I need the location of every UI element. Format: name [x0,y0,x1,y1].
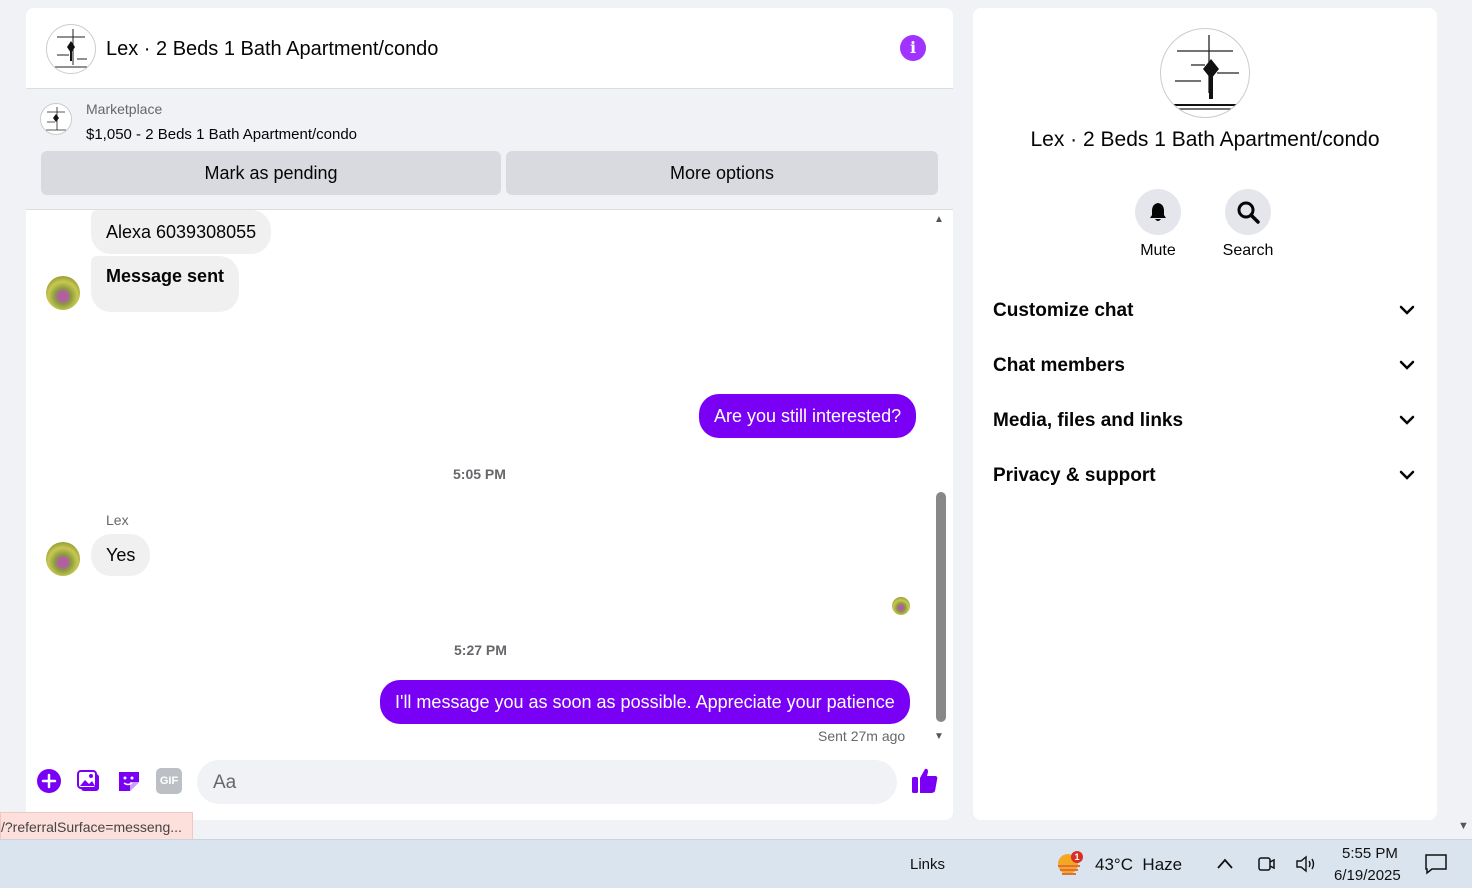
message-bubble-incoming[interactable]: Yes [91,534,151,576]
search-label: Search [1222,242,1274,259]
links-toolbar[interactable]: Links [910,856,945,873]
message-text: Alexa 6039308055 [106,221,257,242]
section-label: Chat members [993,355,1125,376]
page-scroll-down-arrow[interactable]: ▼ [1458,820,1469,832]
section-label: Media, files and links [993,410,1184,431]
weather-badge: 1 [1074,852,1079,862]
chat-panel: Lex · 2 Beds 1 Bath Apartment/condo i Ma… [26,8,953,820]
message-bubble-outgoing[interactable]: Are you still interested? [699,394,917,438]
conversation-title[interactable]: Lex · 2 Beds 1 Bath Apartment/condo [106,38,438,61]
chevron-down-icon [1399,415,1415,425]
mute-label: Mute [1140,242,1176,259]
photo-icon[interactable] [76,768,102,794]
section-media-files-links[interactable]: Media, files and links [993,400,1417,440]
plus-icon[interactable] [36,768,62,794]
mark-as-pending-button[interactable]: Mark as pending [41,151,501,195]
section-privacy-support[interactable]: Privacy & support [993,455,1417,495]
section-chat-members[interactable]: Chat members [993,345,1417,385]
sticker-icon[interactable] [116,768,142,794]
message-input[interactable] [211,768,835,798]
floorplan-icon [1171,35,1239,110]
message-timestamp: 5:05 PM [453,466,506,482]
chevron-down-icon [1399,305,1415,315]
weather-icon[interactable]: 1 [1054,850,1084,878]
section-label: Privacy & support [993,465,1156,486]
message-text: I'll message you as soon as possible. Ap… [395,691,895,712]
chevron-up-icon[interactable] [1215,856,1235,872]
listing-thumbnail[interactable] [46,24,96,74]
scrollbar-thumb[interactable] [936,492,946,722]
section-customize-chat[interactable]: Customize chat [993,290,1417,330]
avatar[interactable] [46,542,80,576]
avatar[interactable] [46,276,80,310]
sender-name: Lex [106,512,129,528]
meet-now-icon[interactable] [1256,854,1276,874]
taskbar: Links 1 43°C Haze 5:55 PM 6/19/2025 [0,839,1472,888]
clock-time[interactable]: 5:55 PM [1342,845,1398,862]
message-list[interactable]: Alexa 6039308055 Message sent Are you st… [26,210,953,750]
search-button[interactable] [1225,189,1271,235]
composer-input-wrap [197,760,897,804]
listing-image[interactable] [1160,28,1250,118]
gif-label: GIF [159,775,179,787]
volume-icon[interactable] [1295,854,1317,874]
search-icon [1237,201,1260,224]
message-timestamp: 5:27 PM [454,642,507,658]
marketplace-bar: Marketplace $1,050 - 2 Beds 1 Bath Apart… [26,89,953,210]
chat-header: Lex · 2 Beds 1 Bath Apartment/condo i [26,8,953,89]
listing-price-title[interactable]: $1,050 - 2 Beds 1 Bath Apartment/condo [86,126,357,143]
mute-button[interactable] [1135,189,1181,235]
weather-text[interactable]: 43°C Haze [1095,855,1182,875]
notifications-icon[interactable] [1424,853,1448,875]
scroll-up-arrow[interactable]: ▲ [934,214,944,225]
clock-date[interactable]: 6/19/2025 [1334,867,1401,884]
floorplan-icon [46,107,66,131]
message-bubble-incoming[interactable]: Message sent [91,256,240,312]
message-text: Message sent [106,266,225,286]
sent-status: Sent 27m ago [818,728,906,744]
message-text: Yes [106,544,136,565]
bell-icon [1150,203,1166,221]
read-receipt-avatar [892,597,910,615]
info-title: Lex · 2 Beds 1 Bath Apartment/condo [1030,128,1380,151]
message-text: Are you still interested? [714,405,902,426]
message-bubble-outgoing[interactable]: I'll message you as soon as possible. Ap… [380,680,910,724]
info-icon[interactable]: i [900,35,926,61]
composer: GIF [26,752,953,820]
chevron-down-icon [1399,360,1415,370]
thumbs-up-icon[interactable] [910,765,940,795]
scroll-down-arrow[interactable]: ▼ [934,731,944,742]
status-bar-url: /?referralSurface=messeng... [0,812,193,841]
conversation-info-panel: Lex · 2 Beds 1 Bath Apartment/condo Mute… [973,8,1437,820]
message-bubble-incoming[interactable]: Alexa 6039308055 [91,210,272,254]
section-label: Customize chat [993,300,1134,321]
more-options-button[interactable]: More options [506,151,938,195]
marketplace-thumbnail[interactable] [40,103,72,135]
marketplace-label: Marketplace [86,101,163,117]
floorplan-icon [55,29,87,68]
gif-icon[interactable]: GIF [156,768,182,794]
chevron-down-icon [1399,470,1415,480]
